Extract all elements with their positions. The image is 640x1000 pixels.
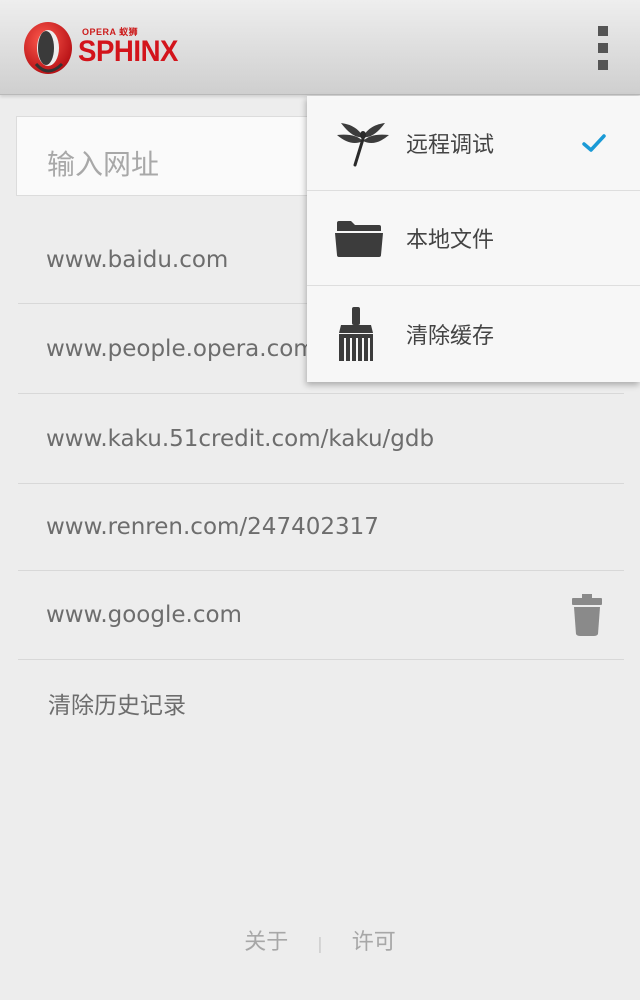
- logo-wordmark: SPHINX: [78, 35, 179, 68]
- history-url: www.kaku.51credit.com/kaku/gdb: [46, 425, 435, 452]
- license-link[interactable]: 许可: [352, 930, 396, 955]
- menu-dot: [598, 60, 608, 70]
- history-item-renren[interactable]: www.renren.com/247402317: [18, 484, 624, 571]
- menu-dot: [598, 43, 608, 53]
- menu-item-label: 远程调试: [406, 133, 495, 158]
- overflow-menu: 远程调试 本地文件 清除缓存: [307, 96, 640, 382]
- history-url: www.renren.com/247402317: [46, 514, 379, 540]
- sphinx-logo: OPERA 蚁狮 SPHINX: [22, 20, 182, 76]
- history-url: www.people.opera.com: [46, 335, 316, 362]
- menu-item-remote-debug[interactable]: 远程调试: [307, 96, 640, 191]
- url-input-placeholder: 输入网址: [47, 148, 160, 181]
- app-header: OPERA 蚁狮 SPHINX: [0, 0, 640, 95]
- overflow-menu-button[interactable]: [588, 26, 618, 70]
- menu-item-label: 清除缓存: [406, 323, 495, 349]
- menu-item-clear-cache[interactable]: 清除缓存: [307, 286, 640, 381]
- menu-item-local-files[interactable]: 本地文件: [307, 191, 640, 286]
- history-item-google[interactable]: www.google.com: [18, 571, 624, 660]
- dragonfly-icon: [337, 123, 389, 167]
- broom-icon: [339, 306, 373, 361]
- trash-icon[interactable]: [572, 594, 602, 636]
- menu-item-label: 本地文件: [406, 228, 495, 253]
- footer: 关于 | 许可: [0, 924, 640, 956]
- clear-history-link[interactable]: 清除历史记录: [48, 686, 186, 720]
- menu-dot: [598, 26, 608, 36]
- check-icon: [582, 134, 606, 152]
- opera-logo-icon: [24, 22, 72, 74]
- folder-icon: [335, 221, 383, 257]
- history-url: www.baidu.com: [46, 246, 229, 273]
- history-url: www.google.com: [46, 602, 242, 628]
- about-link[interactable]: 关于: [244, 930, 288, 955]
- footer-separator: |: [317, 933, 323, 953]
- history-item-kaku[interactable]: www.kaku.51credit.com/kaku/gdb: [18, 394, 624, 484]
